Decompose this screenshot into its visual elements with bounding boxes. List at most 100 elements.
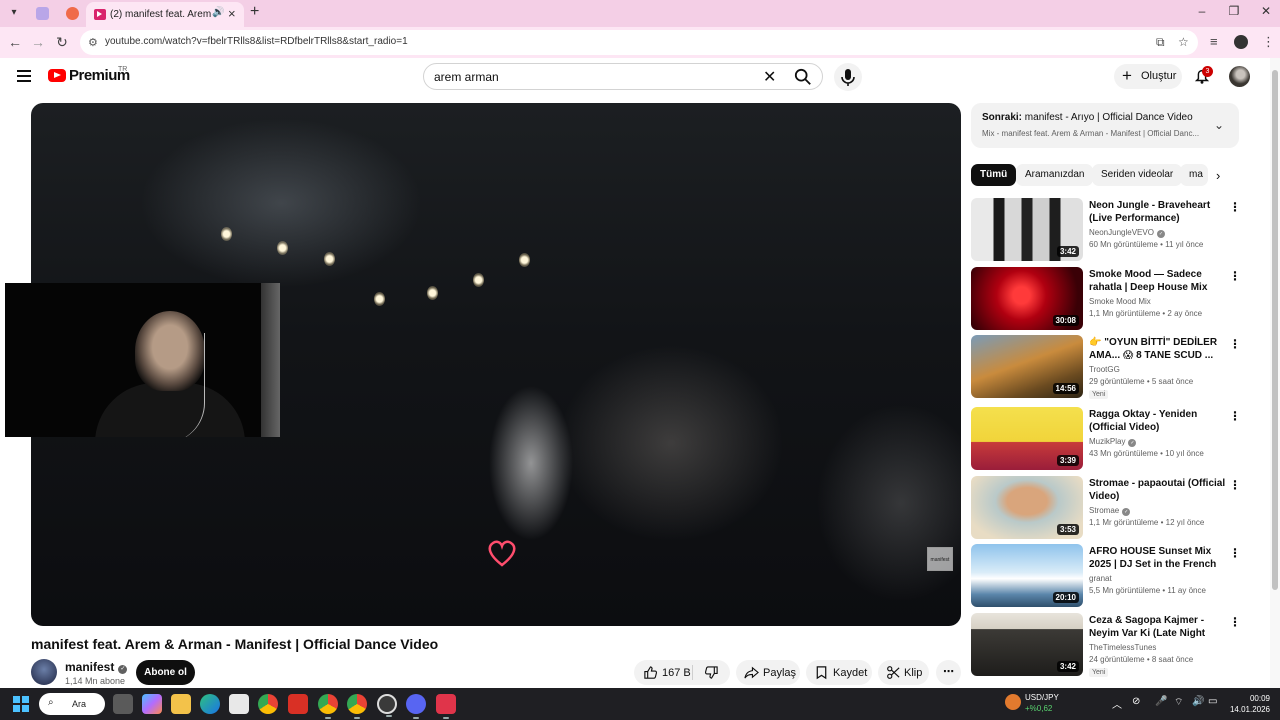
discord-icon[interactable] (406, 694, 426, 719)
close-window-icon[interactable]: ✕ (1256, 4, 1276, 18)
dislike-icon[interactable] (704, 665, 719, 680)
recommendation-item[interactable]: 30:08 Smoke Mood — Sadece rahatla | Deep… (971, 267, 1241, 331)
recommendation-channel[interactable]: NeonJungleVEVO ✓ (1089, 228, 1165, 238)
create-button[interactable]: + Oluştur (1114, 64, 1182, 89)
subscribe-button[interactable]: Abone ol (136, 660, 195, 685)
currency-widget[interactable]: USD/JPY +%0,62 (1025, 692, 1059, 714)
chevron-right-icon[interactable]: › (1216, 168, 1220, 183)
like-count[interactable]: 167 B (662, 667, 691, 679)
chip-from-search[interactable]: Aramanızdan (1016, 164, 1094, 186)
store-icon[interactable] (229, 694, 249, 714)
search-icon[interactable] (794, 68, 812, 86)
recommendation-item[interactable]: 3:53 Stromae - papaoutai (Official Video… (971, 476, 1241, 540)
youtube-logo-icon[interactable] (48, 69, 66, 82)
app-l-icon[interactable] (288, 694, 308, 714)
more-actions-icon[interactable]: ⋯ (936, 660, 961, 685)
bookmark-star-icon[interactable]: ☆ (1178, 35, 1189, 49)
media-controls-icon[interactable]: ≡ (1210, 34, 1218, 49)
task-view-icon[interactable] (113, 694, 133, 714)
address-bar[interactable]: ⚙ youtube.com/watch?v=fbelrTRlls8&list=R… (80, 30, 1198, 55)
scrollbar-thumb[interactable] (1272, 70, 1278, 590)
url-text[interactable]: youtube.com/watch?v=fbelrTRlls8&list=RDf… (105, 36, 408, 47)
tray-expand-icon[interactable]: ︿ (1112, 696, 1122, 711)
recommendation-item[interactable]: 20:10 AFRO HOUSE Sunset Mix 2025 | DJ Se… (971, 544, 1241, 608)
hamburger-menu-icon[interactable] (17, 70, 31, 82)
tray-app-icon[interactable]: ⊘ (1132, 696, 1140, 707)
recommendation-title[interactable]: Neon Jungle - Braveheart (Live Performan… (1089, 199, 1227, 225)
windows-start-icon[interactable] (13, 696, 29, 712)
recommendation-title[interactable]: AFRO HOUSE Sunset Mix 2025 | DJ Set in t… (1089, 545, 1227, 572)
reload-icon[interactable]: ↻ (53, 34, 71, 51)
share-button[interactable]: Paylaş (736, 660, 800, 685)
recommendation-title[interactable]: 👉 "OYUN BİTTİ" DEDİLER AMA... 😱 8 TANE S… (1089, 336, 1227, 362)
video-thumbnail[interactable]: 3:42 (971, 198, 1083, 261)
account-avatar[interactable] (1229, 66, 1250, 87)
more-options-icon[interactable]: ⋮ (1229, 409, 1241, 423)
more-options-icon[interactable]: ⋮ (1229, 200, 1241, 214)
recommendation-title[interactable]: Smoke Mood — Sadece rahatla | Deep House… (1089, 268, 1227, 295)
clip-button[interactable]: Klip (878, 660, 929, 685)
chip-series-videos[interactable]: Seriden videolar (1092, 164, 1183, 186)
more-options-icon[interactable]: ⋮ (1229, 337, 1241, 351)
video-thumbnail[interactable]: 3:42 (971, 613, 1083, 676)
volume-icon[interactable]: 🔊 (1192, 696, 1204, 707)
recommendation-item[interactable]: 3:42 Ceza & Sagopa Kajmer - Neyim Var Ki… (971, 613, 1241, 677)
recommendation-channel[interactable]: Stromae ✓ (1089, 506, 1131, 516)
microphone-icon[interactable]: 🎤 (1155, 696, 1167, 707)
copilot-icon[interactable] (142, 694, 162, 714)
profile-icon[interactable] (1234, 35, 1248, 49)
system-clock[interactable]: 00:09 14.01.2026 (1226, 693, 1270, 715)
save-button[interactable]: Kaydet (806, 660, 872, 685)
video-thumbnail[interactable]: 30:08 (971, 267, 1083, 330)
chrome-icon[interactable] (258, 694, 278, 714)
video-thumbnail[interactable]: 3:39 (971, 407, 1083, 470)
active-tab[interactable]: (2) manifest feat. Arem & A 🔊 × (86, 2, 244, 27)
media-app-icon[interactable] (436, 694, 456, 719)
tab-search-dropdown-icon[interactable]: ▾ (6, 5, 22, 21)
up-next-panel[interactable]: Sonraki: manifest - Arıyo | Official Dan… (971, 103, 1239, 148)
install-app-icon[interactable]: ⧉ (1156, 35, 1165, 50)
more-options-icon[interactable]: ⋮ (1229, 546, 1241, 560)
recommendation-channel[interactable]: Smoke Mood Mix (1089, 297, 1151, 306)
search-input[interactable] (434, 69, 754, 85)
pinned-tab-icon[interactable] (66, 7, 79, 20)
battery-icon[interactable]: ▭ (1208, 696, 1217, 707)
recommendation-item[interactable]: 3:39 Ragga Oktay - Yeniden (Official Vid… (971, 407, 1241, 471)
recommendation-channel[interactable]: TrootGG (1089, 365, 1120, 374)
site-info-icon[interactable]: ⚙ (88, 36, 98, 49)
recommendation-title[interactable]: Ceza & Sagopa Kajmer - Neyim Var Ki (Lat… (1089, 614, 1227, 641)
recommendation-channel[interactable]: granat (1089, 574, 1112, 583)
recommendation-title[interactable]: Stromae - papaoutai (Official Video) (1089, 477, 1227, 503)
close-tab-icon[interactable]: × (228, 6, 236, 21)
restore-icon[interactable]: ❐ (1224, 4, 1244, 18)
video-thumbnail[interactable]: 14:56 (971, 335, 1083, 398)
back-icon[interactable]: ← (6, 34, 24, 50)
video-thumbnail[interactable]: 3:53 (971, 476, 1083, 539)
minimize-icon[interactable]: – (1192, 4, 1212, 18)
like-icon[interactable] (643, 665, 658, 680)
chrome-profile-2-icon[interactable] (347, 694, 367, 719)
channel-name[interactable]: manifest ✓ (65, 660, 128, 674)
forward-icon[interactable]: → (29, 34, 47, 50)
chrome-profile-icon[interactable] (318, 694, 338, 719)
channel-avatar[interactable] (31, 659, 57, 685)
file-explorer-icon[interactable] (171, 694, 191, 714)
page-scrollbar[interactable] (1270, 58, 1280, 688)
pinned-tab-gemini-icon[interactable] (36, 7, 49, 20)
chevron-down-icon[interactable]: ⌄ (1214, 118, 1224, 132)
recommendation-title[interactable]: Ragga Oktay - Yeniden (Official Video) (1089, 408, 1227, 434)
taskbar-search[interactable]: ⌕ Ara (39, 693, 105, 715)
clear-search-icon[interactable]: ✕ (763, 67, 776, 87)
edge-icon[interactable] (200, 694, 220, 714)
more-options-icon[interactable]: ⋮ (1229, 615, 1241, 629)
market-widget-icon[interactable] (1005, 694, 1021, 710)
tab-audio-icon[interactable]: 🔊 (212, 7, 224, 18)
video-thumbnail[interactable]: 20:10 (971, 544, 1083, 607)
browser-menu-icon[interactable]: ⋮ (1262, 34, 1275, 50)
new-tab-icon[interactable]: + (250, 3, 259, 21)
recommendation-channel[interactable]: MuzikPlay ✓ (1089, 437, 1137, 447)
recommendation-item[interactable]: 3:42 Neon Jungle - Braveheart (Live Perf… (971, 198, 1241, 262)
more-options-icon[interactable]: ⋮ (1229, 269, 1241, 283)
recommendation-item[interactable]: 14:56 👉 "OYUN BİTTİ" DEDİLER AMA... 😱 8 … (971, 335, 1241, 399)
voice-search-icon[interactable] (834, 63, 862, 91)
